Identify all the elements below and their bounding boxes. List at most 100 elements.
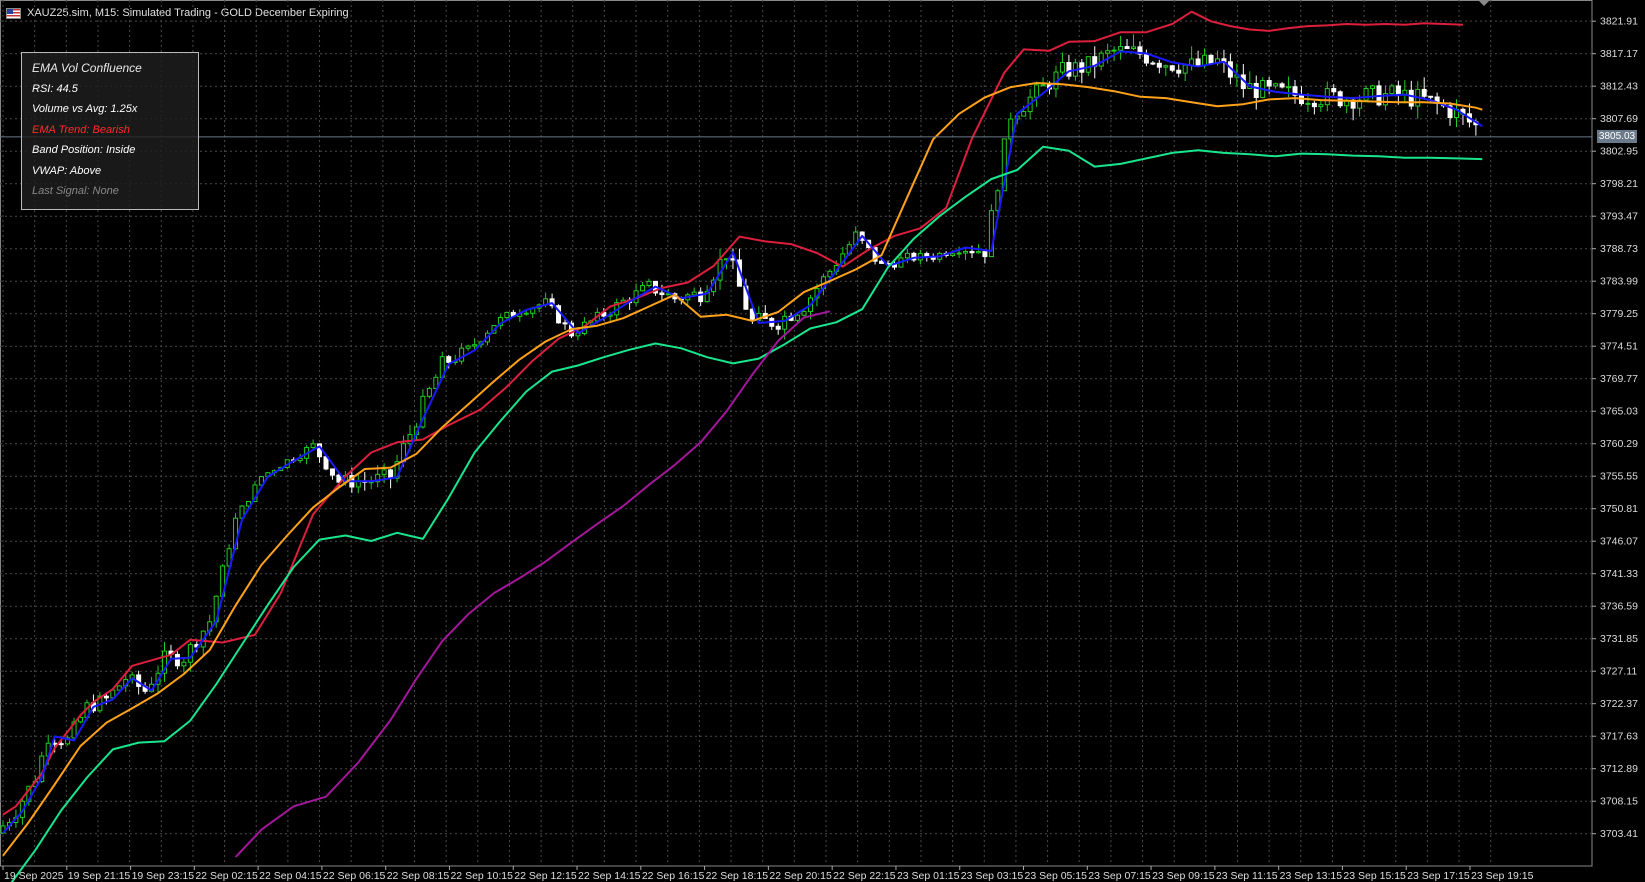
y-tick-label: 3769.77 (1600, 373, 1638, 385)
candle-body (963, 250, 969, 254)
x-tick-label: 23 Sep 15:15 (1343, 870, 1406, 882)
candle-body (1143, 53, 1149, 64)
y-tick-label: 3765.03 (1600, 406, 1638, 418)
candle-body (691, 291, 697, 296)
candle-body (181, 661, 187, 667)
x-tick-label: 22 Sep 18:15 (706, 870, 769, 882)
x-tick-label: 23 Sep 05:15 (1025, 870, 1088, 882)
candle-body (1305, 102, 1311, 105)
candle-body (1395, 85, 1401, 95)
time-axis: 19 Sep 2025 19 Sep 21:15 19 Sep 23:15 22 Se… (2, 866, 1534, 882)
candle-body (1098, 52, 1104, 67)
price-chart[interactable]: 3821.91 3817.17 3812.43 3807.69 3802.95 3798.… (0, 0, 1645, 882)
series-line-upper (2, 10, 1464, 816)
y-tick-label: 3746.07 (1600, 536, 1638, 548)
vwap-readout: VWAP: Above (32, 164, 102, 177)
x-tick-label: 22 Sep 16:15 (642, 870, 705, 882)
rsi-readout: RSI: 44.5 (32, 82, 78, 95)
candle-body (407, 434, 413, 445)
y-tick-label: 3817.17 (1600, 48, 1638, 60)
candle-body (504, 311, 510, 319)
candle-body (795, 314, 801, 321)
candle-body (1331, 88, 1337, 93)
y-tick-label: 3779.25 (1600, 308, 1638, 320)
candle-body (950, 253, 956, 256)
y-tick-label: 3727.11 (1600, 666, 1637, 678)
candle-body (388, 469, 394, 479)
candle-body (1208, 54, 1214, 64)
x-tick-label: 22 Sep 12:15 (514, 870, 577, 882)
y-tick-label: 3755.55 (1600, 471, 1638, 483)
candle-body (975, 251, 981, 254)
candle-body (58, 743, 64, 746)
chart-grid (0, 0, 1593, 867)
y-tick-label: 3736.59 (1600, 601, 1638, 613)
x-tick-label: 22 Sep 14:15 (578, 870, 641, 882)
x-tick-label: 19 Sep 21:15 (68, 870, 131, 882)
candle-body (659, 292, 665, 296)
candle-body (329, 468, 335, 476)
candle-body (982, 251, 988, 258)
candle-body (103, 695, 109, 699)
chart-shift-marker[interactable] (1478, 0, 1490, 6)
y-tick-label: 3798.21 (1600, 178, 1638, 190)
x-tick-label: 19 Sep 2025 (4, 870, 64, 882)
y-tick-label: 3788.73 (1600, 243, 1638, 255)
candle-body (1034, 84, 1040, 98)
indicator-lines (0, 10, 1592, 882)
candle-body (801, 311, 807, 316)
x-tick-label: 22 Sep 22:15 (833, 870, 896, 882)
candle-body (187, 644, 193, 663)
candle-body (1266, 79, 1272, 87)
candle-body (1085, 56, 1091, 73)
candle-body (1124, 46, 1130, 49)
x-tick-label: 23 Sep 09:15 (1152, 870, 1215, 882)
candle-body (775, 325, 781, 330)
x-tick-label: 23 Sep 11:15 (1216, 870, 1278, 882)
candle-body (465, 345, 471, 349)
candle-body (310, 443, 316, 448)
candle-body (1156, 62, 1162, 68)
candle-body (1279, 83, 1285, 88)
candle-body (640, 285, 646, 292)
y-tick-label: 3793.47 (1600, 211, 1638, 223)
y-tick-label: 3722.37 (1600, 698, 1638, 710)
candle-body (562, 322, 568, 325)
candle-body (1337, 91, 1343, 107)
candle-body (1408, 89, 1414, 107)
y-tick-label: 3741.33 (1600, 568, 1638, 580)
candle-body (381, 469, 387, 475)
candle-body (1363, 88, 1369, 101)
candle-body (1311, 102, 1317, 108)
y-tick-label: 3717.63 (1600, 731, 1638, 743)
y-tick-label: 3703.41 (1600, 828, 1638, 840)
x-tick-label: 23 Sep 19:15 (1471, 870, 1534, 882)
candle-body (1370, 85, 1376, 90)
candle-body (1066, 62, 1072, 77)
candle-body (446, 356, 452, 363)
candle-body (1421, 88, 1427, 97)
y-tick-label: 3708.15 (1600, 796, 1638, 808)
x-tick-label: 23 Sep 07:15 (1088, 870, 1151, 882)
candle-body (904, 252, 910, 259)
candle-body (1111, 49, 1117, 52)
trend-readout: EMA Trend: Bearish (32, 123, 130, 136)
candle-body (1105, 50, 1111, 54)
volume-readout: Volume vs Avg: 1.25x (32, 103, 138, 115)
x-tick-label: 22 Sep 10:15 (450, 870, 513, 882)
candle-body (1163, 65, 1169, 68)
x-tick-label: 22 Sep 06:15 (323, 870, 386, 882)
candle-body (459, 347, 465, 362)
candle-body (472, 344, 478, 347)
series-line-ema_slow (2, 82, 1483, 857)
candle-body (646, 280, 652, 287)
x-tick-label: 23 Sep 01:15 (897, 870, 960, 882)
candle-body (782, 315, 788, 330)
x-tick-label: 22 Sep 20:15 (769, 870, 832, 882)
candle-body (1182, 64, 1188, 74)
candle-body (1176, 69, 1182, 74)
candle-body (956, 252, 962, 255)
series-line-vwap (234, 310, 831, 858)
band-position-readout: Band Position: Inside (32, 144, 136, 156)
candle-body (1150, 62, 1156, 65)
